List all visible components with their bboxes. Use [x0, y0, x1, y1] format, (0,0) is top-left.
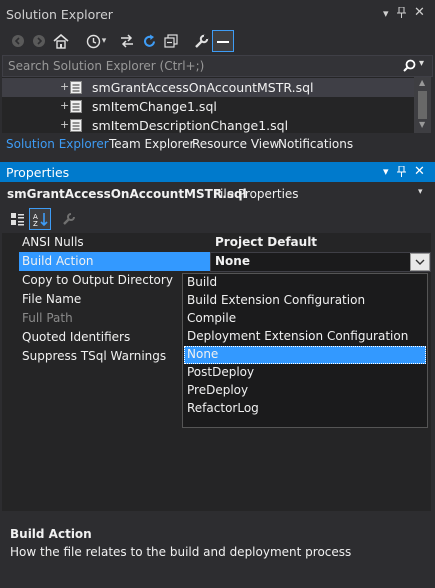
home-icon[interactable]	[52, 32, 70, 50]
property-name: Full Path	[22, 311, 73, 325]
properties-titlebar: Properties ▾ ✕	[0, 162, 435, 182]
solution-explorer-toolbar: ▾	[0, 28, 435, 54]
close-icon[interactable]: ✕	[414, 164, 425, 179]
property-name: ANSI Nulls	[22, 235, 84, 249]
property-name: Quoted Identifiers	[22, 330, 131, 344]
description-pane: Build Action How the file relates to the…	[2, 519, 431, 585]
scrollbar-thumb[interactable]	[418, 91, 427, 119]
chevron-down-icon[interactable]: ▾	[99, 32, 109, 50]
dropdown-button[interactable]	[410, 253, 430, 271]
tab-solution-explorer[interactable]: Solution Explorer	[6, 137, 109, 151]
sync-with-active-document-icon[interactable]	[118, 32, 136, 50]
chevron-down-icon[interactable]: ▾	[418, 187, 423, 197]
property-name: File Name	[22, 292, 82, 306]
properties-wrench-icon[interactable]	[192, 32, 210, 50]
scroll-up-icon[interactable]: ▲	[419, 78, 425, 87]
sql-file-icon	[70, 100, 82, 113]
dropdown-option-selected[interactable]: None	[184, 346, 426, 364]
scroll-down-icon[interactable]: ▼	[419, 120, 425, 129]
pending-add-icon: +	[60, 118, 70, 131]
tool-window-tabs: Solution Explorer Team Explorer Resource…	[0, 133, 435, 155]
object-type: File Properties	[214, 187, 299, 201]
property-pages-wrench-icon[interactable]	[60, 210, 78, 228]
search-placeholder: Search Solution Explorer (Ctrl+;)	[8, 59, 205, 73]
solution-explorer-title: Solution Explorer	[6, 7, 113, 22]
property-name: Copy to Output Directory	[22, 273, 173, 287]
dropdown-option[interactable]: PostDeploy	[184, 364, 426, 382]
tree-item-file[interactable]: + smItemDescriptionChange1.sql	[2, 116, 414, 133]
dropdown-option[interactable]: Compile	[184, 310, 426, 328]
solution-explorer-search-box[interactable]: Search Solution Explorer (Ctrl+;) ▾	[2, 55, 433, 77]
property-name: Suppress TSql Warnings	[22, 349, 167, 363]
tab-resource-view[interactable]: Resource View	[192, 137, 279, 151]
dropdown-option[interactable]: Build	[184, 274, 426, 292]
window-position-dropdown-icon[interactable]: ▾	[383, 165, 389, 178]
property-value[interactable]: Project Default	[215, 235, 317, 249]
tab-team-explorer[interactable]: Team Explorer	[109, 137, 195, 151]
tab-notifications[interactable]: Notifications	[278, 137, 353, 151]
object-selector[interactable]: smGrantAccessOnAccountMSTR.sql File Prop…	[0, 182, 435, 206]
property-row-build-action[interactable]: Build Action None	[2, 252, 431, 272]
pin-icon[interactable]	[397, 6, 406, 21]
tree-item-label: smItemDescriptionChange1.sql	[92, 118, 289, 133]
tree-item-label: smItemChange1.sql	[92, 99, 217, 114]
collapse-all-icon[interactable]	[162, 32, 180, 50]
property-row-ansi-nulls[interactable]: ANSI Nulls Project Default	[2, 233, 431, 252]
solution-explorer-tree: + smGrantAccessOnAccountMSTR.sql + smIte…	[2, 77, 431, 133]
forward-icon[interactable]	[30, 32, 48, 50]
dropdown-option[interactable]: RefactorLog	[184, 400, 426, 418]
search-icon[interactable]	[403, 59, 416, 75]
sql-file-icon	[70, 81, 82, 94]
sql-file-icon	[70, 119, 82, 132]
alphabetical-icon[interactable]: AZ	[29, 208, 51, 230]
tree-item-file[interactable]: + smItemChange1.sql	[2, 97, 414, 116]
build-action-value: None	[215, 254, 250, 268]
pending-add-icon: +	[60, 80, 70, 93]
description-heading: Build Action	[10, 527, 92, 541]
svg-text:Z: Z	[33, 220, 38, 227]
back-icon[interactable]	[9, 32, 27, 50]
property-name: Build Action	[22, 254, 94, 268]
tree-item-file[interactable]: + smGrantAccessOnAccountMSTR.sql	[2, 78, 414, 97]
refresh-icon[interactable]	[140, 32, 158, 50]
solution-explorer-titlebar: Solution Explorer ▾ ✕	[0, 0, 435, 28]
dropdown-option[interactable]: Build Extension Configuration	[184, 292, 426, 310]
dropdown-option[interactable]: Deployment Extension Configuration	[184, 328, 426, 346]
pending-add-icon: +	[60, 99, 70, 112]
dropdown-option[interactable]: PreDeploy	[184, 382, 426, 400]
properties-toolbar: AZ	[0, 206, 435, 232]
window-position-dropdown-icon[interactable]: ▾	[383, 7, 389, 20]
categorized-icon[interactable]	[8, 210, 26, 228]
description-splitter[interactable]	[2, 512, 431, 518]
preview-selected-items-icon[interactable]	[212, 30, 234, 52]
chevron-down-icon	[415, 259, 425, 265]
search-options-chevron-icon[interactable]: ▾	[419, 58, 424, 69]
properties-title: Properties	[6, 165, 70, 180]
description-body: How the file relates to the build and de…	[10, 545, 352, 559]
close-icon[interactable]: ✕	[414, 5, 425, 20]
object-name: smGrantAccessOnAccountMSTR.sql	[7, 187, 247, 201]
pin-icon[interactable]	[397, 165, 406, 180]
build-action-dropdown-list: Build Build Extension Configuration Comp…	[182, 273, 428, 428]
tree-item-label: smGrantAccessOnAccountMSTR.sql	[92, 80, 314, 95]
build-action-select[interactable]: None	[210, 252, 431, 272]
tree-scrollbar[interactable]: ▲ ▼	[414, 77, 431, 133]
